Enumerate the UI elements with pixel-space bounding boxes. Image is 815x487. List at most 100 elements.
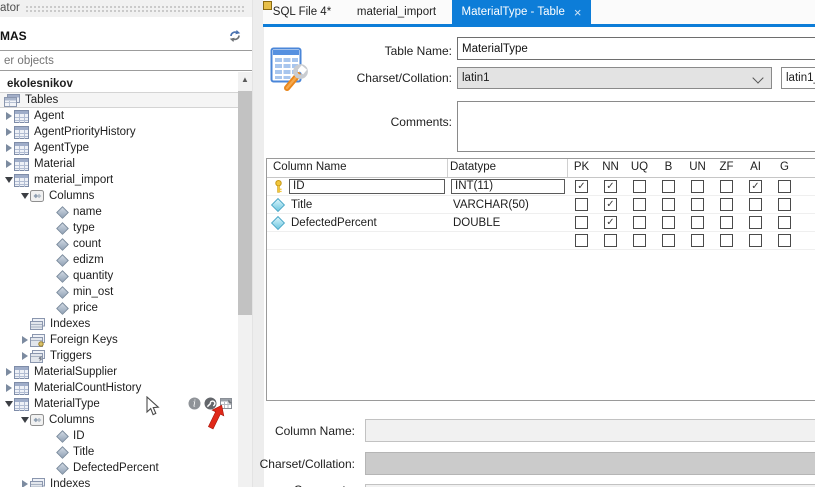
column-diamond-icon — [56, 206, 69, 219]
scrollbar-up-icon[interactable]: ▲ — [238, 72, 252, 87]
panel-splitter[interactable] — [252, 0, 264, 487]
checkbox-uq[interactable] — [633, 198, 646, 211]
collapse-arrow-icon[interactable] — [3, 401, 14, 407]
checkbox-un[interactable] — [691, 180, 704, 193]
column-name-cell[interactable]: Title — [289, 199, 447, 211]
checkbox-g[interactable] — [778, 198, 791, 211]
column-name-cell[interactable]: ID — [289, 179, 447, 194]
checkbox-uq[interactable] — [633, 180, 646, 193]
checkbox-pk[interactable]: ✓ — [575, 180, 588, 193]
tab-materialtype-table[interactable]: MaterialType - Table× — [452, 0, 591, 24]
collation-dropdown[interactable]: latin1_ — [781, 67, 815, 89]
expand-arrow-icon[interactable] — [3, 160, 14, 168]
checkbox-zf[interactable] — [720, 198, 733, 211]
tree-item-triggers[interactable]: Triggers — [0, 348, 238, 364]
checkbox-zf[interactable] — [720, 216, 733, 229]
comments-textarea[interactable] — [457, 101, 815, 152]
checkbox-uq[interactable] — [633, 216, 646, 229]
flag-cell-ai — [741, 216, 770, 229]
checkbox-b[interactable] — [662, 180, 675, 193]
checkbox-ai[interactable] — [749, 234, 762, 247]
checkbox-zf[interactable] — [720, 180, 733, 193]
table-name-input[interactable] — [457, 37, 815, 60]
flag-cell-b — [654, 198, 683, 211]
expand-arrow-icon[interactable] — [3, 144, 14, 152]
checkbox-ai[interactable] — [749, 216, 762, 229]
name-editbox[interactable]: ID — [289, 179, 445, 194]
checkbox-nn[interactable]: ✓ — [604, 180, 617, 193]
tree-item-material[interactable]: Material — [0, 156, 238, 172]
tree-item-ekolesnikov[interactable]: ekolesnikov — [0, 76, 238, 92]
collapse-arrow-icon[interactable] — [19, 193, 30, 199]
tree-item-materialtype[interactable]: MaterialTypei — [0, 396, 238, 412]
expand-arrow-icon[interactable] — [3, 384, 14, 392]
flag-cell-un — [683, 216, 712, 229]
tree-item-materialcounthistory[interactable]: MaterialCountHistory — [0, 380, 238, 396]
close-icon[interactable]: × — [574, 6, 582, 19]
info-icon[interactable]: i — [188, 397, 202, 411]
table-row[interactable]: DefectedPercentDOUBLE ✓ — [267, 214, 815, 232]
tree-item-edizm[interactable]: edizm — [0, 252, 238, 268]
expand-arrow-icon[interactable] — [3, 128, 14, 136]
expand-arrow-icon[interactable] — [19, 352, 30, 360]
tree-item-agenttype[interactable]: AgentType — [0, 140, 238, 156]
checkbox-g[interactable] — [778, 216, 791, 229]
checkbox-pk[interactable] — [575, 216, 588, 229]
tree-item-price[interactable]: price — [0, 300, 238, 316]
checkbox-un[interactable] — [691, 234, 704, 247]
collapse-arrow-icon[interactable] — [19, 417, 30, 423]
table-row[interactable]: TitleVARCHAR(50) ✓ — [267, 196, 815, 214]
datatype-cell[interactable]: VARCHAR(50) — [447, 199, 567, 211]
checkbox-pk[interactable] — [575, 234, 588, 247]
table-row[interactable]: ID INT(11) ✓ ✓ ✓ — [267, 178, 815, 196]
column-name-cell[interactable]: DefectedPercent — [289, 217, 447, 229]
checkbox-b[interactable] — [662, 234, 675, 247]
checkbox-b[interactable] — [662, 198, 675, 211]
tree-item-columns[interactable]: Columns — [0, 188, 238, 204]
checkbox-un[interactable] — [691, 216, 704, 229]
scrollbar-thumb[interactable] — [238, 91, 252, 315]
tab-sql-file-4[interactable]: SQL File 4* — [263, 0, 341, 24]
expand-arrow-icon[interactable] — [3, 112, 14, 120]
tree-item-materialsupplier[interactable]: MaterialSupplier — [0, 364, 238, 380]
detail-charset-input[interactable] — [365, 452, 815, 475]
tree-item-min-ost[interactable]: min_ost — [0, 284, 238, 300]
table-row[interactable] — [267, 232, 815, 250]
tree-item-tables[interactable]: Tables — [0, 92, 238, 108]
charset-dropdown[interactable]: latin1 — [457, 67, 772, 89]
datatype-cell[interactable]: DOUBLE — [447, 217, 567, 229]
tree-item-name[interactable]: name — [0, 204, 238, 220]
checkbox-ai[interactable] — [749, 198, 762, 211]
tree-item-label: Title — [73, 446, 94, 458]
checkbox-un[interactable] — [691, 198, 704, 211]
detail-column-name-input[interactable] — [365, 419, 815, 442]
checkbox-b[interactable] — [662, 216, 675, 229]
tree-item-agentpriorityhistory[interactable]: AgentPriorityHistory — [0, 124, 238, 140]
tree-item-label: min_ost — [73, 286, 113, 298]
tree-item-quantity[interactable]: quantity — [0, 268, 238, 284]
checkbox-g[interactable] — [778, 180, 791, 193]
tree-item-foreign-keys[interactable]: Foreign Keys — [0, 332, 238, 348]
datatype-editbox[interactable]: INT(11) — [451, 179, 565, 194]
checkbox-g[interactable] — [778, 234, 791, 247]
refresh-icon[interactable] — [227, 29, 243, 43]
checkbox-pk[interactable] — [575, 198, 588, 211]
checkbox-zf[interactable] — [720, 234, 733, 247]
tree-item-indexes[interactable]: Indexes — [0, 316, 238, 332]
filter-objects-input[interactable] — [0, 50, 260, 71]
expand-arrow-icon[interactable] — [19, 480, 30, 487]
checkbox-uq[interactable] — [633, 234, 646, 247]
expand-arrow-icon[interactable] — [19, 336, 30, 344]
checkbox-nn[interactable] — [604, 234, 617, 247]
checkbox-nn[interactable]: ✓ — [604, 216, 617, 229]
checkbox-nn[interactable]: ✓ — [604, 198, 617, 211]
expand-arrow-icon[interactable] — [3, 368, 14, 376]
tree-item-agent[interactable]: Agent — [0, 108, 238, 124]
tree-item-type[interactable]: type — [0, 220, 238, 236]
collapse-arrow-icon[interactable] — [3, 177, 14, 183]
tab-material-import[interactable]: material_import — [341, 0, 452, 24]
datatype-cell[interactable]: INT(11) — [447, 179, 567, 194]
checkbox-ai[interactable]: ✓ — [749, 180, 762, 193]
tree-item-material-import[interactable]: material_import — [0, 172, 238, 188]
tree-item-count[interactable]: count — [0, 236, 238, 252]
